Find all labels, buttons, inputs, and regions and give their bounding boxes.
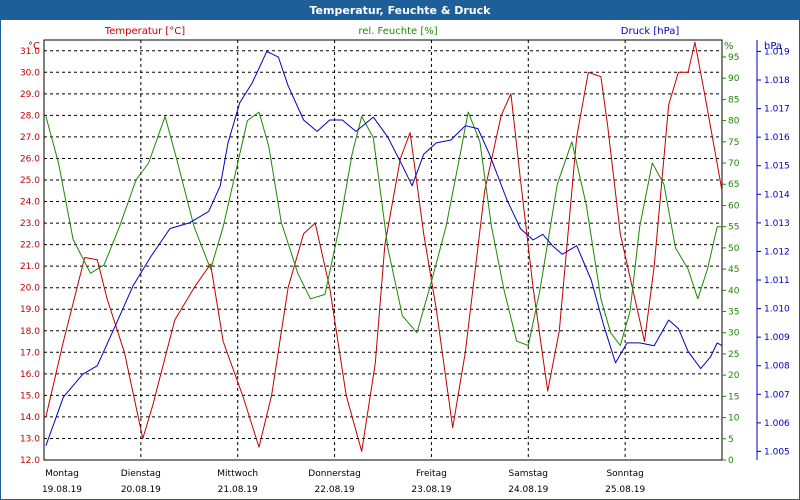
humidity-tick-label: 0 (728, 456, 734, 466)
pressure-tick-label: 1.014 (764, 190, 790, 200)
temperature-tick-label: 23.0 (20, 219, 40, 229)
temperature-tick-label: 18.0 (20, 327, 40, 337)
temperature-tick-label: 20.0 (20, 284, 40, 294)
temperature-tick-label: 30.0 (20, 68, 40, 78)
pressure-axis: 1.005 1.006 1.007 1.008 1.009 1.010 1.011 1.012… (756, 40, 790, 460)
day-date-label: 21.08.19 (218, 485, 258, 495)
temperature-tick-label: 12.0 (20, 456, 40, 466)
day-date-label: 19.08.19 (42, 485, 82, 495)
humidity-tick-label: 10 (728, 414, 740, 424)
plot-area (43, 39, 723, 461)
temperature-axis: 12.0 13.0 14.0 15.0 16.0 17.0 18.0 19.0 20.0 21.0… (20, 47, 40, 466)
humidity-tick-label: 95 (728, 53, 739, 63)
humidity-tick-label: 45 (728, 265, 739, 275)
pressure-tick-label: 1.017 (764, 105, 790, 115)
humidity-tick-label: 85 (728, 95, 739, 105)
day-name-label: Donnerstag (308, 469, 361, 479)
pressure-tick-label: 1.006 (764, 419, 790, 429)
humidity-tick-label: 35 (728, 308, 739, 318)
humidity-tick-label: 30 (728, 329, 740, 339)
pressure-tick-label: 1.012 (764, 247, 790, 257)
day-date-label: 22.08.19 (315, 485, 355, 495)
x-axis: Montag 19.08.19 Dienstag 20.08.19 Mittwoch 21… (42, 469, 645, 495)
pressure-axis-label: Druck [hPa] (621, 26, 680, 37)
day-name-label: Freitag (416, 469, 447, 479)
temperature-tick-label: 16.0 (20, 370, 40, 380)
humidity-tick-label: 75 (728, 138, 739, 148)
pressure-tick-label: 1.010 (764, 305, 790, 315)
temperature-tick-label: 24.0 (20, 198, 40, 208)
day-date-label: 20.08.19 (121, 485, 161, 495)
pressure-tick-label: 1.008 (764, 362, 790, 372)
chart: 12.0 13.0 14.0 15.0 16.0 17.0 18.0 19.0 20.0 21.0… (20, 26, 790, 495)
pressure-tick-label: 1.009 (764, 333, 790, 343)
humidity-tick-label: 50 (728, 244, 740, 254)
temperature-axis-label: Temperatur [°C] (104, 26, 185, 37)
humidity-tick-label: 60 (728, 201, 740, 211)
temperature-tick-label: 21.0 (20, 262, 40, 272)
pressure-tick-label: 1.016 (764, 133, 790, 143)
day-name-label: Dienstag (121, 469, 161, 479)
pressure-tick-label: 1.007 (764, 390, 790, 400)
temperature-tick-label: 25.0 (20, 176, 40, 186)
humidity-tick-label: 80 (728, 117, 740, 127)
temperature-tick-label: 26.0 (20, 154, 40, 164)
temperature-tick-label: 13.0 (20, 434, 40, 444)
pressure-unit-label: hPa (764, 41, 782, 52)
humidity-tick-label: 55 (728, 223, 739, 233)
humidity-tick-label: 40 (728, 286, 740, 296)
temperature-tick-label: 28.0 (20, 111, 40, 121)
temperature-tick-label: 15.0 (20, 391, 40, 401)
day-date-label: 24.08.19 (508, 485, 548, 495)
temperature-tick-label: 22.0 (20, 241, 40, 251)
temperature-tick-label: 27.0 (20, 133, 40, 143)
day-name-label: Sonntag (606, 469, 643, 479)
day-name-label: Montag (45, 469, 79, 479)
humidity-tick-label: 5 (728, 435, 734, 445)
pressure-tick-label: 1.018 (764, 76, 790, 86)
humidity-tick-label: 65 (728, 180, 739, 190)
pressure-tick-label: 1.005 (764, 447, 790, 457)
humidity-axis: 0 5 10 15 20 25 30 35 40 45 50 55 60 65 70 75 80 85 90 95 (722, 53, 740, 466)
day-name-label: Samstag (509, 469, 548, 479)
day-name-label: Mittwoch (217, 469, 258, 479)
humidity-axis-label: rel. Feuchte [%] (358, 26, 437, 37)
pressure-tick-label: 1.015 (764, 162, 790, 172)
humidity-tick-label: 15 (728, 392, 739, 402)
humidity-unit-label: % (724, 41, 734, 52)
day-date-label: 23.08.19 (411, 485, 451, 495)
temperature-tick-label: 29.0 (20, 90, 40, 100)
pressure-tick-label: 1.011 (764, 276, 790, 286)
temperature-tick-label: 14.0 (20, 413, 40, 423)
humidity-tick-label: 25 (728, 350, 739, 360)
temperature-unit-label: °C (28, 41, 40, 52)
humidity-tick-label: 70 (728, 159, 740, 169)
pressure-tick-label: 1.013 (764, 219, 790, 229)
temperature-tick-label: 19.0 (20, 305, 40, 315)
temperature-tick-label: 17.0 (20, 348, 40, 358)
humidity-tick-label: 20 (728, 371, 740, 381)
humidity-tick-label: 90 (728, 74, 740, 84)
day-date-label: 25.08.19 (605, 485, 645, 495)
